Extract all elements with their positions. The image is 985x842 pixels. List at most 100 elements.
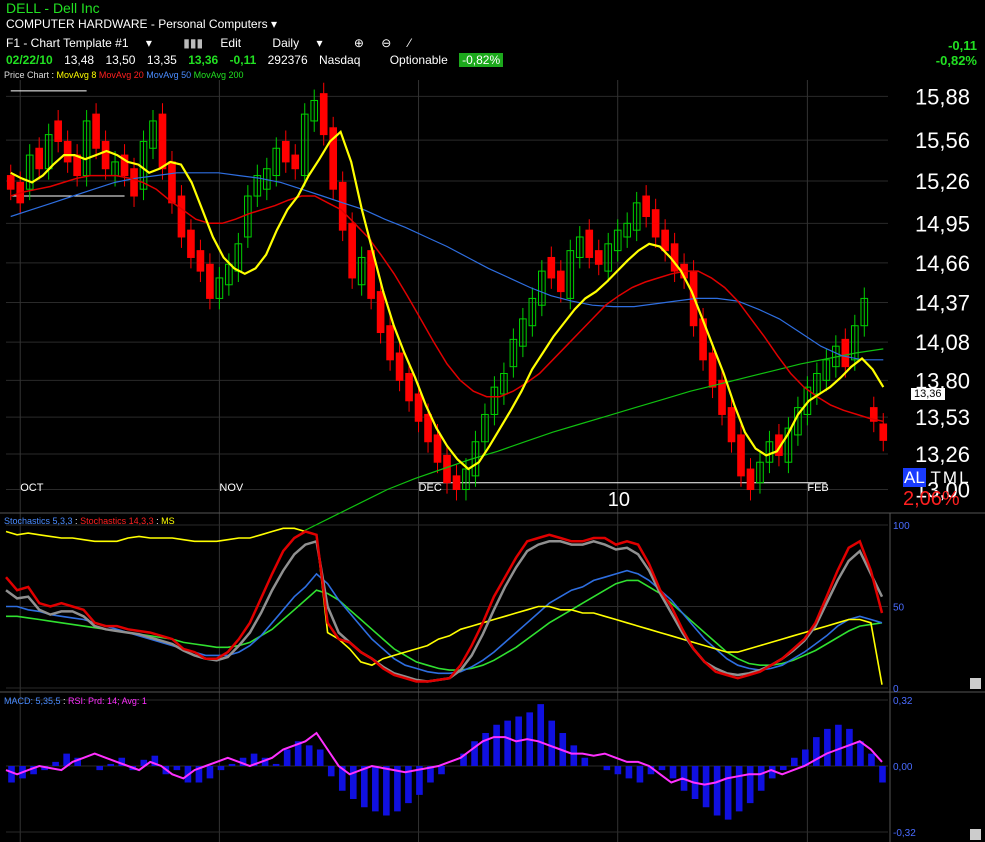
price-tick-label: 13,26 xyxy=(915,442,970,467)
price-tick-label: 15,56 xyxy=(915,128,970,153)
candle-body xyxy=(661,229,669,252)
candle-body xyxy=(206,263,214,299)
candle-body xyxy=(63,140,72,163)
macd-bar xyxy=(548,720,556,766)
macd-bar xyxy=(305,745,313,766)
candle-body xyxy=(405,372,413,402)
candle-body xyxy=(452,475,461,491)
ma50-line xyxy=(10,172,884,361)
candle-body xyxy=(386,325,394,361)
month-label: 10 xyxy=(608,489,630,511)
macd-bar xyxy=(625,766,633,779)
candle-body xyxy=(35,147,44,170)
macd-bar xyxy=(724,766,732,820)
candle-body xyxy=(319,93,328,136)
candle-body xyxy=(187,229,195,258)
macd-bar xyxy=(779,766,787,771)
candle-body xyxy=(727,407,736,443)
macd-panel xyxy=(5,704,886,820)
candle-body xyxy=(414,393,423,422)
candle-body xyxy=(746,468,755,491)
macd-bar xyxy=(493,724,500,766)
resize-handle-1[interactable] xyxy=(970,678,981,689)
ticker-box: AL TML 2,06% xyxy=(903,468,983,511)
candle-body xyxy=(879,423,888,441)
stoch-tick-label: 0 xyxy=(893,684,899,695)
candle-body xyxy=(376,291,385,334)
macd-bar xyxy=(383,766,390,816)
price-tick-label: 14,37 xyxy=(915,291,970,316)
month-label: FEB xyxy=(807,482,828,494)
candle-body xyxy=(177,195,186,238)
month-label: DEC xyxy=(419,482,442,494)
macd-bar xyxy=(879,766,886,783)
macd-bar xyxy=(846,728,853,766)
candle-body xyxy=(424,413,432,443)
macd-bar xyxy=(824,728,831,766)
macd-bar xyxy=(283,749,291,766)
resize-handle-2[interactable] xyxy=(970,829,981,840)
stoch-series-line xyxy=(6,579,883,671)
macd-bar xyxy=(372,766,379,812)
legend-ms: MS xyxy=(161,516,175,526)
candle-body xyxy=(291,154,300,170)
macd-bar xyxy=(868,753,875,766)
macd-bar xyxy=(482,733,489,766)
macd-tick-label: 0,32 xyxy=(893,696,913,707)
candle-body xyxy=(158,113,167,170)
macd-bar xyxy=(206,766,214,779)
price-tick-label: 15,88 xyxy=(915,84,970,109)
ticker-symbol-2: TML xyxy=(930,468,971,487)
macd-bar xyxy=(581,757,589,766)
macd-bar xyxy=(316,749,324,766)
macd-bar xyxy=(735,766,743,812)
macd-bar xyxy=(614,766,622,775)
macd-bar xyxy=(570,745,578,766)
candle-body xyxy=(348,222,356,279)
macd-bar xyxy=(636,766,644,783)
candle-body xyxy=(6,175,15,190)
price-tick-label: 13,53 xyxy=(915,405,970,430)
macd-bar xyxy=(746,766,754,804)
macd-bar xyxy=(438,766,445,775)
macd-bar xyxy=(835,724,842,766)
macd-bar xyxy=(8,766,15,783)
macd-bar xyxy=(603,766,611,771)
macd-bar xyxy=(52,761,59,766)
month-label: OCT xyxy=(20,482,44,494)
macd-bar xyxy=(504,720,511,766)
month-label: NOV xyxy=(219,482,244,494)
macd-legend: MACD: 5,35,5 : RSI: Prd: 14; Avg: 1 xyxy=(4,696,147,706)
macd-bar xyxy=(228,763,236,766)
price-tick-label: 14,95 xyxy=(915,211,970,236)
ma200-line xyxy=(304,348,884,532)
macd-bar xyxy=(394,766,401,812)
macd-bar xyxy=(173,766,181,771)
price-tick-label: 14,66 xyxy=(915,251,970,276)
candle-body xyxy=(101,140,110,170)
macd-tick-label: -0,32 xyxy=(893,828,916,839)
candle-body xyxy=(168,161,176,204)
macd-bar xyxy=(107,763,115,766)
legend-rsi: RSI: Prd: 14; Avg: 1 xyxy=(68,696,147,706)
stoch-legend: Stochastics 5,3,3 : Stochastics 14,3,3 :… xyxy=(4,516,175,526)
candle-body xyxy=(433,434,442,463)
legend-macd: MACD: 5,35,5 xyxy=(4,696,61,706)
candle-body xyxy=(338,181,347,231)
macd-bar xyxy=(327,766,335,777)
candle-body xyxy=(642,195,650,218)
macd-bar xyxy=(658,766,666,771)
candle-body xyxy=(556,270,565,293)
candle-body xyxy=(737,434,745,477)
candle-body xyxy=(443,454,451,484)
legend-stoch-slow: Stochastics 14,3,3 xyxy=(80,516,154,526)
legend-stoch-fast: Stochastics 5,3,3 xyxy=(4,516,73,526)
candle-body xyxy=(651,209,660,238)
stoch-tick-label: 50 xyxy=(893,603,905,614)
price-panel xyxy=(6,82,888,532)
stoch-series-line xyxy=(5,539,884,683)
candle-body xyxy=(92,113,100,149)
macd-bar xyxy=(790,757,798,766)
macd-bar xyxy=(713,766,721,816)
stoch-series-line xyxy=(6,569,883,675)
